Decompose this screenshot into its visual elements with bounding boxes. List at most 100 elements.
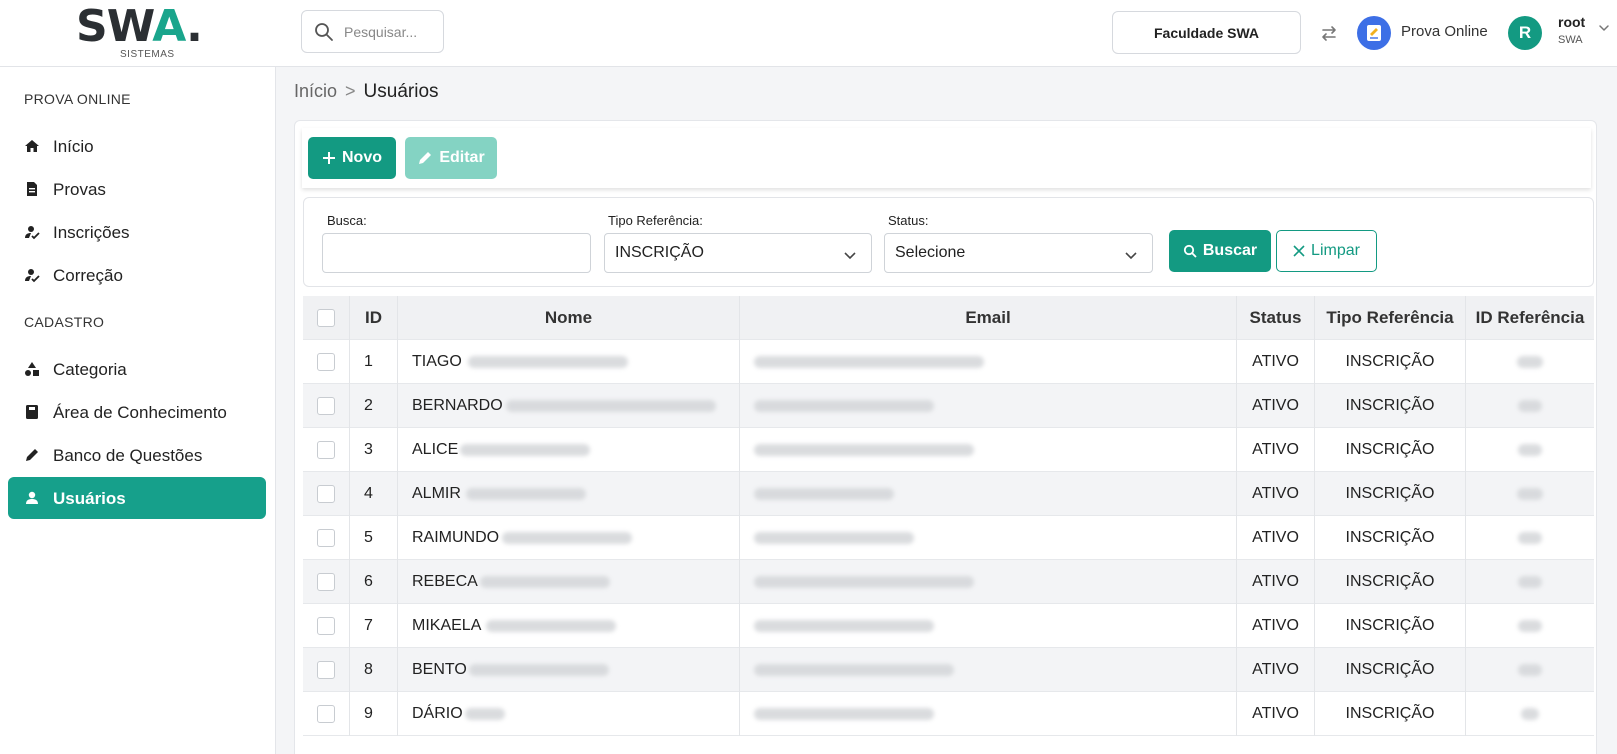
search-input[interactable] [344, 22, 439, 42]
table-row[interactable]: 6 REBECA ATIVO INSCRIÇÃO [303, 560, 1594, 604]
clear-button-label: Limpar [1311, 242, 1360, 259]
status-select[interactable]: Selecione [884, 233, 1153, 273]
column-header-email[interactable]: Email [740, 296, 1236, 340]
sidebar-item-inicio[interactable]: Início [8, 125, 266, 167]
cell-status: ATIVO [1252, 573, 1299, 590]
row-checkbox[interactable] [317, 705, 335, 723]
cell-email [740, 648, 1236, 692]
cell-email [740, 692, 1236, 736]
cell-nome-first: BENTO [412, 661, 467, 678]
row-checkbox[interactable] [317, 353, 335, 371]
sidebar-item-provas[interactable]: Provas [8, 168, 266, 210]
table-row[interactable]: 3 ALICE ATIVO INSCRIÇÃO [303, 428, 1594, 472]
row-checkbox[interactable] [317, 573, 335, 591]
institution-button[interactable]: Faculdade SWA [1112, 11, 1301, 54]
row-checkbox[interactable] [317, 485, 335, 503]
row-checkbox[interactable] [317, 441, 335, 459]
sidebar-item-correcao[interactable]: Correção [8, 254, 266, 296]
cell-tipo-referencia: INSCRIÇÃO [1345, 485, 1435, 502]
clear-button[interactable]: Limpar [1276, 230, 1377, 272]
column-header-tipo-referencia[interactable]: Tipo Referência [1315, 296, 1465, 340]
top-bar: SWA. SISTEMAS Faculdade SWA Prova Online… [0, 0, 1617, 67]
user-check-icon [25, 226, 40, 240]
cell-id-referencia [1466, 604, 1594, 648]
cell-id-referencia [1466, 648, 1594, 692]
chevron-down-icon [1125, 252, 1137, 260]
column-header-id-referencia[interactable]: ID Referência [1466, 296, 1594, 340]
redacted-surname [502, 532, 632, 544]
row-checkbox[interactable] [317, 661, 335, 679]
logo-text: SWA. [76, 1, 203, 52]
cell-nome: DÁRIO [398, 692, 739, 736]
cell-tipo-referencia: INSCRIÇÃO [1345, 441, 1435, 458]
row-select-cell [317, 472, 337, 516]
cell-id-referencia [1466, 560, 1594, 604]
redacted-surname [506, 400, 716, 412]
cell-id: 7 [364, 617, 373, 634]
redacted-id-referencia [1518, 664, 1542, 676]
sidebar-item-banco-questoes[interactable]: Banco de Questões [8, 434, 266, 476]
table-row[interactable]: 9 DÁRIO ATIVO INSCRIÇÃO [303, 692, 1594, 736]
cell-nome: BENTO [398, 648, 739, 692]
app-logo-icon[interactable] [1357, 16, 1391, 50]
row-checkbox[interactable] [317, 617, 335, 635]
tipo-referencia-value: INSCRIÇÃO [615, 244, 704, 261]
redacted-surname [468, 356, 628, 368]
plus-icon [323, 152, 335, 164]
cell-nome-first: RAIMUNDO [412, 529, 500, 546]
new-button[interactable]: Novo [308, 137, 396, 179]
row-checkbox[interactable] [317, 529, 335, 547]
column-header-nome[interactable]: Nome [398, 296, 739, 340]
cell-id: 3 [364, 441, 373, 458]
select-all-checkbox[interactable] [317, 309, 335, 327]
row-checkbox[interactable] [317, 397, 335, 415]
sidebar-item-categoria[interactable]: Categoria [8, 348, 266, 390]
column-header-id[interactable]: ID [350, 296, 397, 340]
cell-email [740, 384, 1236, 428]
swap-icon[interactable] [1318, 22, 1340, 44]
avatar[interactable]: R [1508, 16, 1542, 50]
edit-button[interactable]: Editar [405, 137, 497, 179]
cell-nome: REBECA [398, 560, 739, 604]
search-button[interactable]: Buscar [1169, 230, 1271, 272]
redacted-email [754, 708, 934, 720]
table-row[interactable]: 5 RAIMUNDO ATIVO INSCRIÇÃO [303, 516, 1594, 560]
table-row[interactable]: 2 BERNARDO ATIVO INSCRIÇÃO [303, 384, 1594, 428]
home-icon [25, 140, 39, 152]
logo[interactable]: SWA. SISTEMAS [76, 3, 246, 61]
tipo-referencia-label: Tipo Referência: [608, 213, 703, 228]
breadcrumb-home[interactable]: Início [294, 81, 337, 101]
document-icon [27, 182, 37, 196]
sidebar-item-area-conhecimento[interactable]: Área de Conhecimento [8, 391, 266, 433]
table-row[interactable]: 4 ALMIR ATIVO INSCRIÇÃO [303, 472, 1594, 516]
column-header-status[interactable]: Status [1237, 296, 1314, 340]
cell-nome: ALICE [398, 428, 739, 472]
redacted-email [754, 488, 894, 500]
table-row[interactable]: 8 BENTO ATIVO INSCRIÇÃO [303, 648, 1594, 692]
busca-input[interactable] [322, 233, 591, 273]
cell-id: 1 [364, 353, 373, 370]
app-name[interactable]: Prova Online [1401, 23, 1488, 40]
tipo-referencia-select[interactable]: INSCRIÇÃO [604, 233, 872, 273]
cell-email [740, 560, 1236, 604]
cell-nome-first: TIAGO [412, 353, 462, 370]
global-search[interactable] [301, 10, 444, 53]
cell-tipo-referencia: INSCRIÇÃO [1345, 353, 1435, 370]
redacted-email [754, 532, 914, 544]
chevron-down-icon[interactable] [1597, 21, 1611, 35]
cell-nome-first: BERNARDO [412, 397, 503, 414]
table-row[interactable]: 7 MIKAELA ATIVO INSCRIÇÃO [303, 604, 1594, 648]
sidebar-item-inscricoes[interactable]: Inscrições [8, 211, 266, 253]
cell-id-referencia [1466, 340, 1594, 384]
cell-status: ATIVO [1252, 353, 1299, 370]
table-header-row: ID Nome Email Status Tipo Referência ID … [303, 296, 1594, 340]
cell-email [740, 428, 1236, 472]
sidebar-item-usuarios[interactable]: Usuários [8, 477, 266, 519]
row-select-cell [317, 648, 337, 692]
user-name[interactable]: root [1558, 14, 1585, 30]
cell-tipo-referencia: INSCRIÇÃO [1345, 661, 1435, 678]
shapes-icon [25, 362, 39, 376]
redacted-id-referencia [1517, 356, 1543, 368]
table-row[interactable]: 1 TIAGO ATIVO INSCRIÇÃO [303, 340, 1594, 384]
cell-nome: MIKAELA [398, 604, 739, 648]
